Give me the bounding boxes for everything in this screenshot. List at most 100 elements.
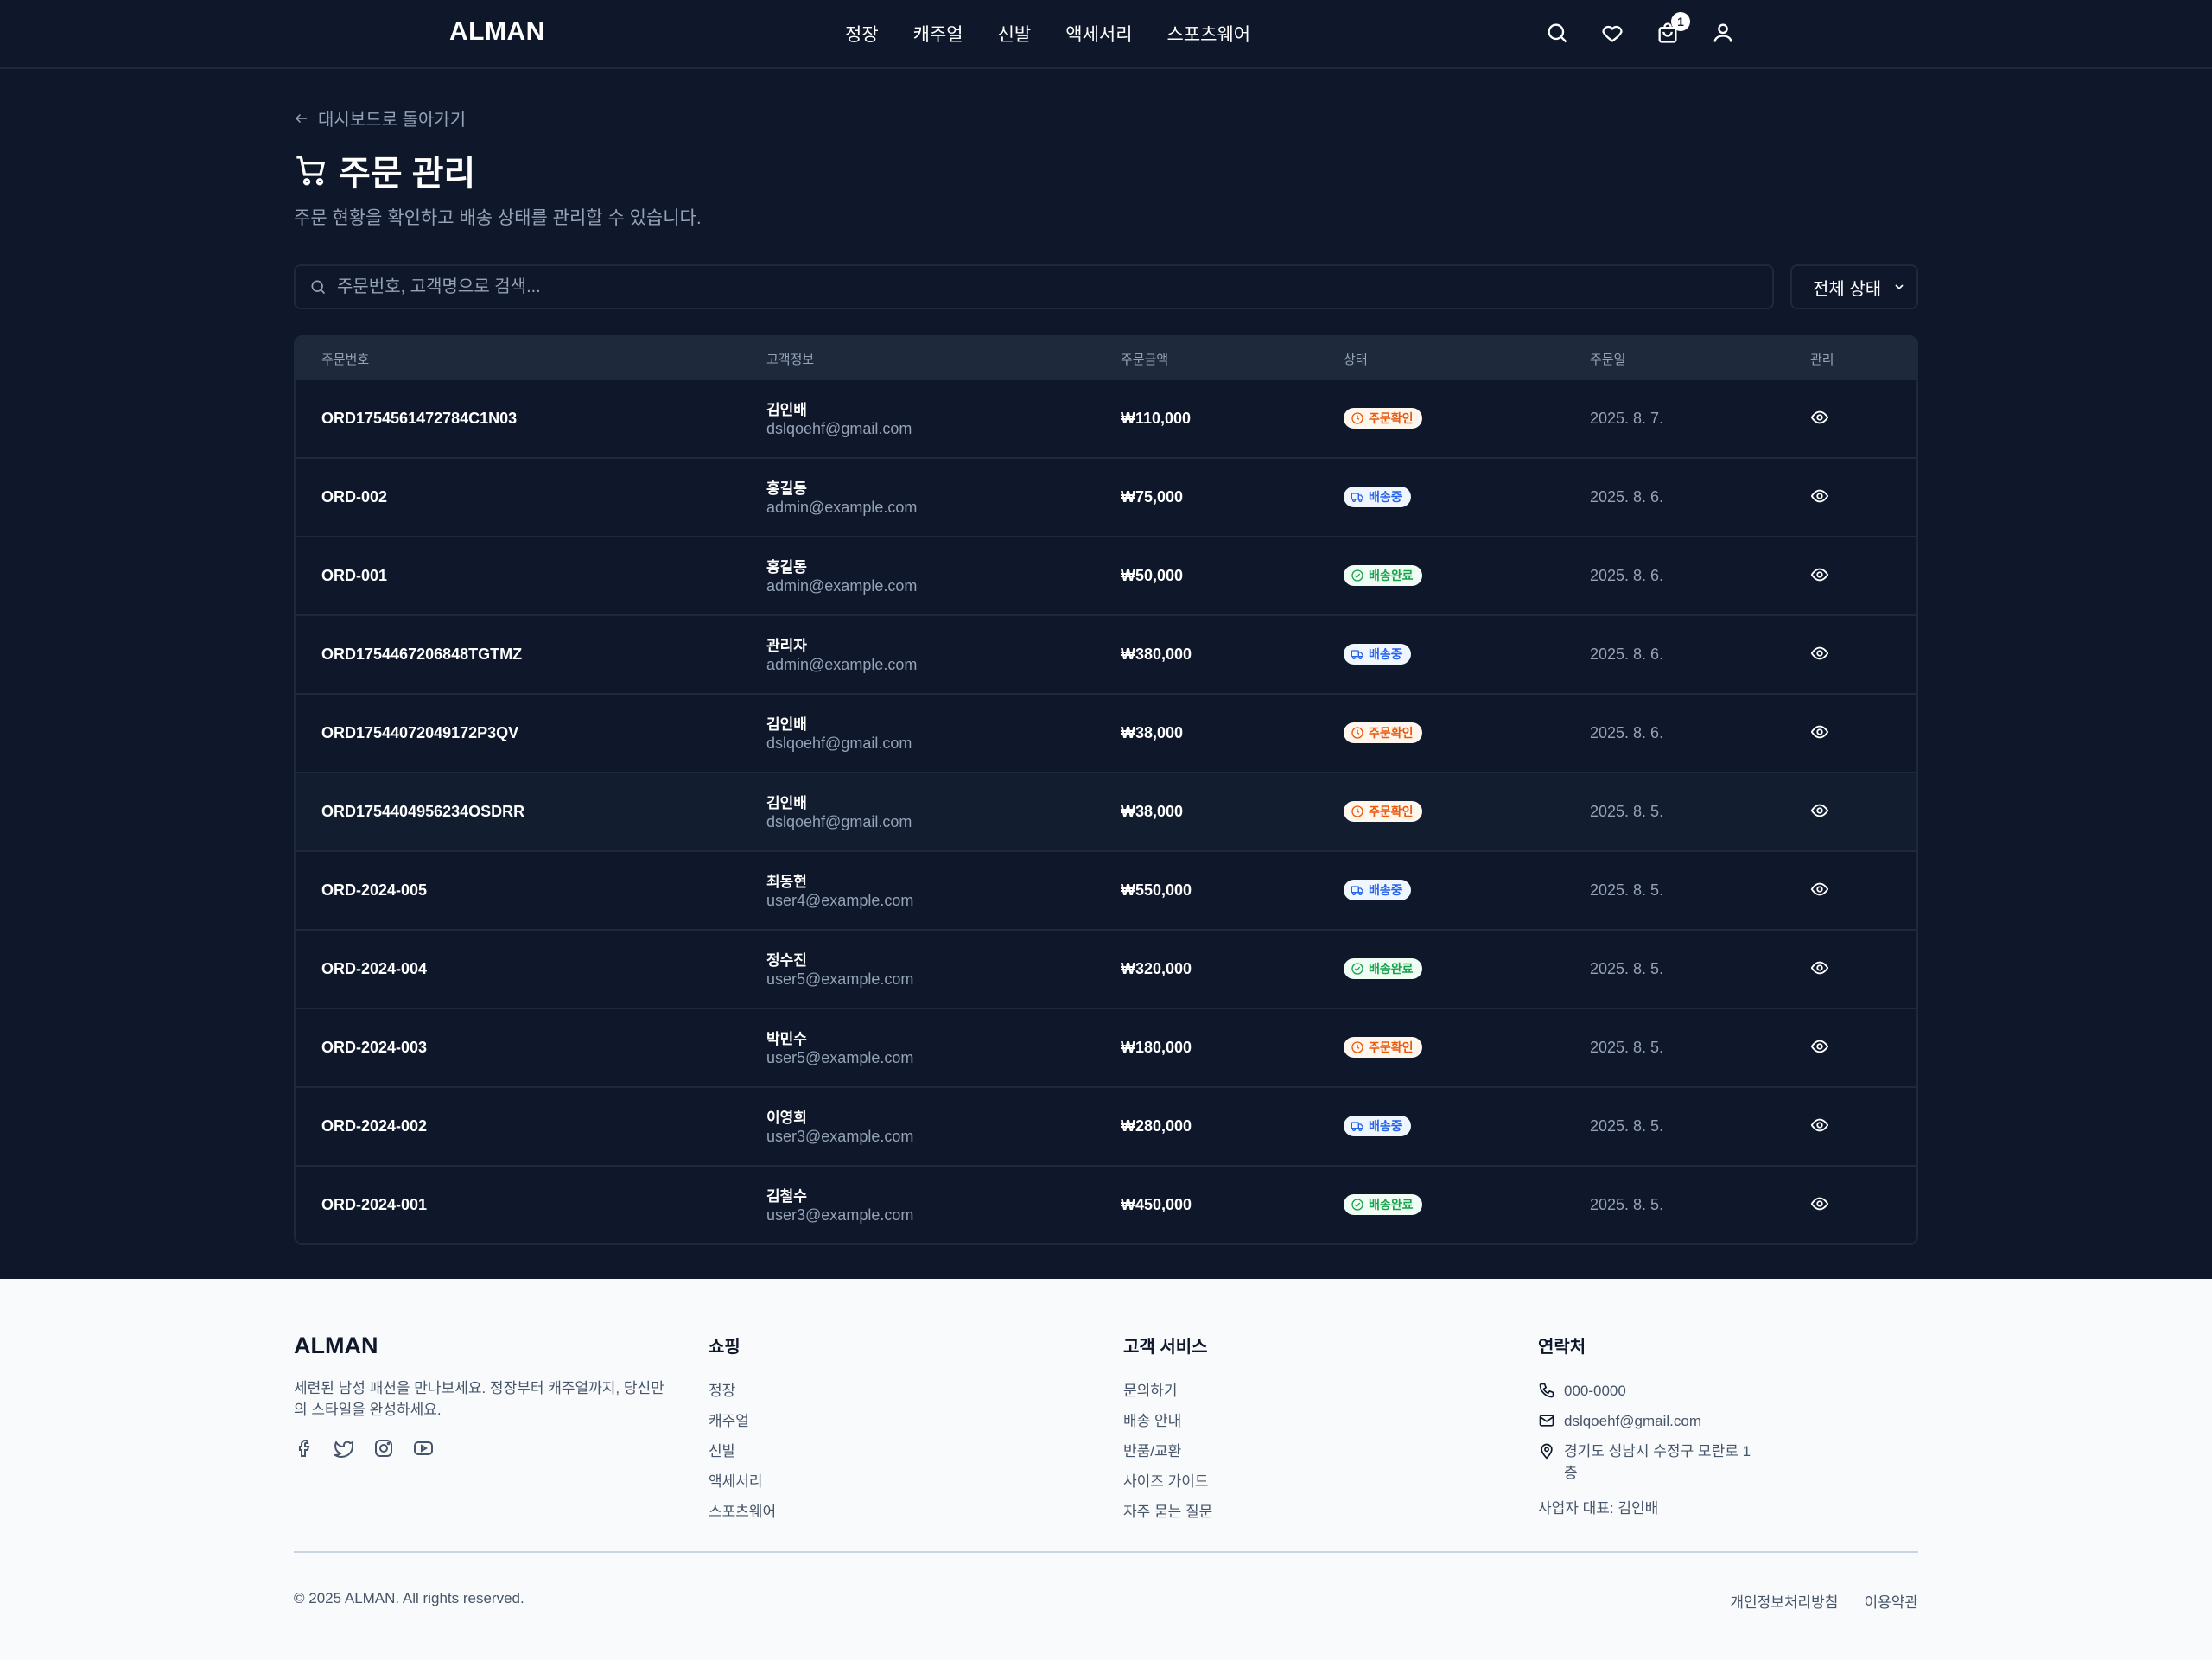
customer-email: user5@example.com — [766, 1049, 914, 1066]
order-amount: ₩75,000 — [1121, 488, 1184, 506]
order-date: 2025. 8. 6. — [1590, 567, 1664, 584]
map-pin-icon — [1541, 1443, 1553, 1460]
table-row: ORD1754467206848TGTMZ 관리자 admin@example.co… — [296, 614, 1916, 693]
back-link-label: 대시보드로 돌아가기 — [318, 111, 467, 130]
copyright: © 2025 ALMAN. All rights reserved. — [294, 1590, 524, 1606]
user-icon[interactable] — [1711, 21, 1738, 48]
contact-phone: 000-0000 — [1538, 1382, 1754, 1400]
footer-shopping-column: 쇼핑 정장 캐주얼 신발 액세서리 스포츠웨어 — [709, 1332, 776, 1533]
nav-item-shoes[interactable]: 신발 — [998, 21, 1032, 47]
status-label: 배송완료 — [1369, 1198, 1414, 1212]
order-amount: ₩50,000 — [1121, 567, 1184, 584]
eye-icon[interactable] — [1810, 1116, 1831, 1136]
order-amount: ₩320,000 — [1121, 960, 1192, 977]
table-body: ORD1754561472784C1N03 김인배 dslqoehf@gmail.c… — [296, 378, 1916, 1243]
customer-name: 김인배 — [766, 795, 807, 811]
order-search-input[interactable] — [337, 277, 1719, 297]
footer-link-contact[interactable]: 문의하기 — [1123, 1382, 1212, 1400]
eye-icon[interactable] — [1810, 722, 1831, 743]
order-id: ORD-001 — [321, 567, 388, 584]
facebook-icon[interactable] — [294, 1438, 315, 1459]
footer-shopping-title: 쇼핑 — [709, 1338, 741, 1357]
order-amount: ₩38,000 — [1121, 724, 1184, 741]
nav-item-sportswear[interactable]: 스포츠웨어 — [1167, 21, 1251, 47]
search-icon — [311, 280, 326, 295]
order-amount: ₩550,000 — [1121, 881, 1192, 899]
customer-name: 김인배 — [766, 402, 807, 418]
footer-link-casual[interactable]: 캐주얼 — [709, 1412, 776, 1430]
twitter-icon[interactable] — [332, 1438, 354, 1459]
footer-link-shoes[interactable]: 신발 — [709, 1442, 776, 1460]
privacy-policy-link[interactable]: 개인정보처리방침 — [1730, 1590, 1838, 1612]
order-amount: ₩180,000 — [1121, 1039, 1192, 1056]
table-header: 주문번호 고객정보 주문금액 상태 주문일 관리 — [296, 337, 1916, 378]
customer-email: admin@example.com — [766, 499, 918, 516]
legal-links: 개인정보처리방침 이용약관 — [1730, 1590, 1918, 1612]
clock-icon — [1351, 726, 1364, 740]
eye-icon[interactable] — [1810, 408, 1831, 429]
customer-email: user4@example.com — [766, 892, 914, 909]
status-label: 주문확인 — [1369, 726, 1414, 740]
site-logo[interactable]: ALMAN — [449, 17, 545, 47]
footer-link-sportswear[interactable]: 스포츠웨어 — [709, 1503, 776, 1521]
youtube-icon[interactable] — [413, 1438, 434, 1459]
shopping-cart-icon — [296, 156, 326, 186]
header-date: 주문일 — [1590, 353, 1626, 367]
order-id: ORD1754467206848TGTMZ — [321, 646, 523, 663]
footer-link-returns[interactable]: 반품/교환 — [1123, 1442, 1212, 1460]
truck-icon — [1351, 883, 1364, 897]
order-id: ORD17544072049172P3QV — [321, 724, 519, 741]
clock-icon — [1351, 1040, 1364, 1054]
footer-service-column: 고객 서비스 문의하기 배송 안내 반품/교환 사이즈 가이드 자주 묻는 질문 — [1123, 1332, 1212, 1533]
arrow-left-icon — [295, 113, 307, 123]
header-customer: 고객정보 — [766, 353, 815, 367]
order-date: 2025. 8. 5. — [1590, 881, 1664, 899]
heart-icon[interactable] — [1600, 21, 1628, 48]
truck-icon — [1351, 490, 1364, 504]
customer-email: user3@example.com — [766, 1206, 914, 1224]
customer-name: 이영희 — [766, 1110, 807, 1126]
status-filter-select[interactable]: 전체 상태 — [1790, 264, 1918, 309]
order-date: 2025. 8. 6. — [1590, 646, 1664, 663]
eye-icon[interactable] — [1810, 880, 1831, 900]
search-icon[interactable] — [1545, 21, 1573, 48]
table-row: ORD1754561472784C1N03 김인배 dslqoehf@gmail.c… — [296, 378, 1916, 457]
header-order-id: 주문번호 — [321, 353, 370, 367]
footer-logo: ALMAN — [294, 1332, 378, 1358]
page-title: 주문 관리 — [339, 155, 476, 193]
table-row: ORD-2024-001 김철수 user3@example.com ₩450,000… — [296, 1165, 1916, 1243]
top-header: ALMAN 정장 캐주얼 신발 액세서리 스포츠웨어 1 — [0, 0, 2212, 69]
terms-link[interactable]: 이용약관 — [1864, 1590, 1918, 1612]
eye-icon[interactable] — [1810, 801, 1831, 822]
header-actions: 1 — [1545, 12, 1738, 48]
table-row: ORD-002 홍길동 admin@example.com ₩75,000 배송중 202… — [296, 457, 1916, 536]
order-date: 2025. 8. 5. — [1590, 803, 1664, 820]
footer-link-accessories[interactable]: 액세서리 — [709, 1472, 776, 1491]
instagram-icon[interactable] — [373, 1438, 394, 1459]
order-id: ORD1754561472784C1N03 — [321, 410, 518, 427]
status-badge: 배송완료 — [1344, 565, 1422, 586]
orders-table: 주문번호 고객정보 주문금액 상태 주문일 관리 ORD175456147278… — [294, 335, 1918, 1245]
footer-link-shipping[interactable]: 배송 안내 — [1123, 1412, 1212, 1430]
eye-icon[interactable] — [1810, 565, 1831, 586]
clock-icon — [1351, 805, 1364, 818]
order-amount: ₩280,000 — [1121, 1117, 1192, 1135]
contact-address: 경기도 성남시 수정구 모란로 1층 — [1538, 1442, 1754, 1484]
footer-link-faq[interactable]: 자주 묻는 질문 — [1123, 1503, 1212, 1521]
eye-icon[interactable] — [1810, 487, 1831, 507]
nav-item-suits[interactable]: 정장 — [845, 21, 879, 47]
nav-item-accessories[interactable]: 액세서리 — [1065, 21, 1132, 47]
footer-link-size-guide[interactable]: 사이즈 가이드 — [1123, 1472, 1212, 1491]
shopping-bag-icon[interactable]: 1 — [1656, 12, 1690, 48]
footer-link-suits[interactable]: 정장 — [709, 1382, 776, 1400]
customer-name: 홍길동 — [766, 480, 807, 497]
eye-icon[interactable] — [1810, 958, 1831, 979]
status-badge: 배송중 — [1344, 880, 1411, 900]
nav-item-casual[interactable]: 캐주얼 — [913, 21, 963, 47]
eye-icon[interactable] — [1810, 1037, 1831, 1058]
back-to-dashboard-link[interactable]: 대시보드로 돌아가기 — [294, 105, 466, 130]
order-amount: ₩450,000 — [1121, 1196, 1192, 1213]
customer-name: 정수진 — [766, 952, 807, 969]
eye-icon[interactable] — [1810, 644, 1831, 665]
eye-icon[interactable] — [1810, 1194, 1831, 1215]
